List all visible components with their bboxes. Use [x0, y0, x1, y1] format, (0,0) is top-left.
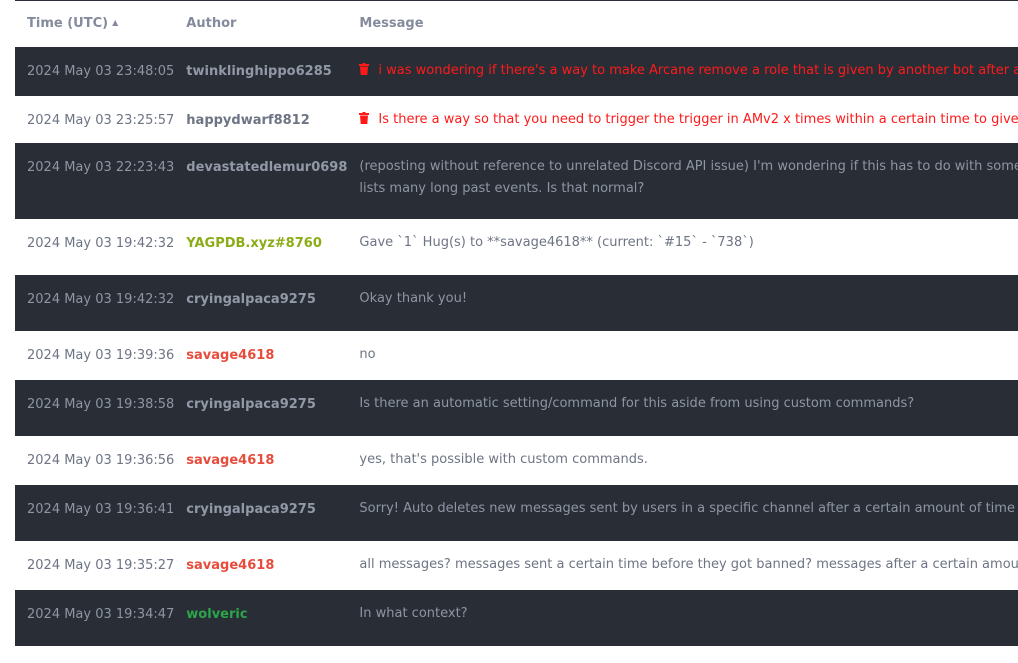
message-line: no	[359, 344, 1018, 366]
column-header-author[interactable]: Author	[174, 0, 347, 47]
message-author[interactable]: devastatedlemur0698	[174, 143, 347, 219]
message-content: i was wondering if there's a way to make…	[347, 47, 1018, 96]
trash-icon	[359, 61, 370, 75]
message-author[interactable]: twinklinghippo6285	[174, 47, 347, 96]
message-line: Is there a way so that you need to trigg…	[359, 109, 1018, 131]
message-author[interactable]: wolveric	[174, 590, 347, 646]
table-row[interactable]: 2024 May 03 19:39:36 savage4618 no	[15, 331, 1018, 380]
message-author[interactable]: cryingalpaca9275	[174, 485, 347, 541]
table-row[interactable]: 2024 May 03 19:38:58 cryingalpaca9275 Is t…	[15, 380, 1018, 436]
message-author[interactable]: savage4618	[174, 541, 347, 590]
message-text: yes, that's possible with custom command…	[359, 452, 648, 467]
message-author[interactable]: savage4618	[174, 331, 347, 380]
sort-up-icon: ▲	[112, 18, 119, 27]
message-text: lists many long past events. Is that nor…	[359, 181, 645, 196]
column-header-time[interactable]: Time (UTC) ▲	[15, 0, 174, 47]
table-body: 2024 May 03 23:48:05 twinklinghippo6285 i …	[15, 47, 1018, 646]
table-row[interactable]: 2024 May 03 19:36:56 savage4618 yes, that'…	[15, 436, 1018, 485]
message-text: Gave `1` Hug(s) to **savage4618** (curre…	[359, 235, 754, 250]
message-content: Is there a way so that you need to trigg…	[347, 96, 1018, 143]
message-text: i was wondering if there's a way to make…	[378, 63, 1018, 78]
message-time: 2024 May 03 23:48:05	[27, 64, 175, 79]
message-text: (reposting without reference to unrelate…	[359, 159, 1018, 174]
message-content: In what context?	[347, 590, 1018, 646]
message-text: Okay thank you!	[359, 291, 468, 306]
table-row[interactable]: 2024 May 03 23:48:05 twinklinghippo6285 i …	[15, 47, 1018, 96]
message-line: In what context?	[359, 603, 1018, 625]
message-content: (reposting without reference to unrelate…	[347, 143, 1018, 219]
message-author[interactable]: cryingalpaca9275	[174, 380, 347, 436]
message-author[interactable]: savage4618	[174, 436, 347, 485]
message-text: Sorry! Auto deletes new messages sent by…	[359, 501, 1018, 516]
column-header-author-label: Author	[186, 16, 237, 31]
message-time: 2024 May 03 19:34:47	[27, 607, 175, 622]
table-row[interactable]: 2024 May 03 19:35:27 savage4618 all messag…	[15, 541, 1018, 590]
message-line: i was wondering if there's a way to make…	[359, 60, 1018, 82]
message-line: all messages? messages sent a certain ti…	[359, 554, 1018, 576]
column-header-message[interactable]: Message	[347, 0, 1018, 47]
message-line: yes, that's possible with custom command…	[359, 449, 1018, 471]
column-header-message-label: Message	[359, 16, 424, 31]
message-content: Is there an automatic setting/command fo…	[347, 380, 1018, 436]
message-content: no	[347, 331, 1018, 380]
message-content: Sorry! Auto deletes new messages sent by…	[347, 485, 1018, 541]
message-time: 2024 May 03 22:23:43	[27, 160, 175, 175]
message-author[interactable]: happydwarf8812	[174, 96, 347, 143]
table-header-row: Time (UTC) ▲ Author Message	[15, 0, 1018, 47]
message-content: Gave `1` Hug(s) to **savage4618** (curre…	[347, 219, 1018, 275]
message-text: Is there a way so that you need to trigg…	[378, 112, 1018, 127]
message-time: 2024 May 03 19:36:41	[27, 502, 175, 517]
column-header-time-label: Time (UTC)	[27, 16, 109, 31]
table-row[interactable]: 2024 May 03 19:42:32 YAGPDB.xyz#8760 Gave …	[15, 219, 1018, 275]
message-line: lists many long past events. Is that nor…	[359, 178, 1018, 200]
table-row[interactable]: 2024 May 03 19:42:32 cryingalpaca9275 Okay…	[15, 275, 1018, 331]
message-author[interactable]: cryingalpaca9275	[174, 275, 347, 331]
message-time: 2024 May 03 19:39:36	[27, 348, 175, 363]
message-content: all messages? messages sent a certain ti…	[347, 541, 1018, 590]
table-row[interactable]: 2024 May 03 19:34:47 wolveric In what cont…	[15, 590, 1018, 646]
message-text: In what context?	[359, 606, 468, 621]
message-text: Is there an automatic setting/command fo…	[359, 396, 915, 411]
message-time: 2024 May 03 19:42:32	[27, 236, 175, 251]
message-log-table: Time (UTC) ▲ Author Message 2024 May 03 2…	[15, 0, 1018, 646]
message-author[interactable]: YAGPDB.xyz#8760	[174, 219, 347, 275]
message-line: Gave `1` Hug(s) to **savage4618** (curre…	[359, 232, 1018, 254]
message-time: 2024 May 03 19:38:58	[27, 397, 175, 412]
trash-icon	[359, 110, 370, 124]
table-row[interactable]: 2024 May 03 23:25:57 happydwarf8812 Is the…	[15, 96, 1018, 143]
message-time: 2024 May 03 19:36:56	[27, 453, 175, 468]
message-line: Sorry! Auto deletes new messages sent by…	[359, 498, 1018, 520]
table-row[interactable]: 2024 May 03 22:23:43 devastatedlemur0698 (…	[15, 143, 1018, 219]
message-line: (reposting without reference to unrelate…	[359, 156, 1018, 178]
message-content: Okay thank you!	[347, 275, 1018, 331]
message-time: 2024 May 03 19:35:27	[27, 558, 175, 573]
message-time: 2024 May 03 23:25:57	[27, 113, 175, 128]
table-row[interactable]: 2024 May 03 19:36:41 cryingalpaca9275 Sorr…	[15, 485, 1018, 541]
message-text: all messages? messages sent a certain ti…	[359, 557, 1018, 572]
message-line: Okay thank you!	[359, 288, 1018, 310]
message-text: no	[359, 347, 376, 362]
message-content: yes, that's possible with custom command…	[347, 436, 1018, 485]
message-time: 2024 May 03 19:42:32	[27, 292, 175, 307]
message-line: Is there an automatic setting/command fo…	[359, 393, 1018, 415]
